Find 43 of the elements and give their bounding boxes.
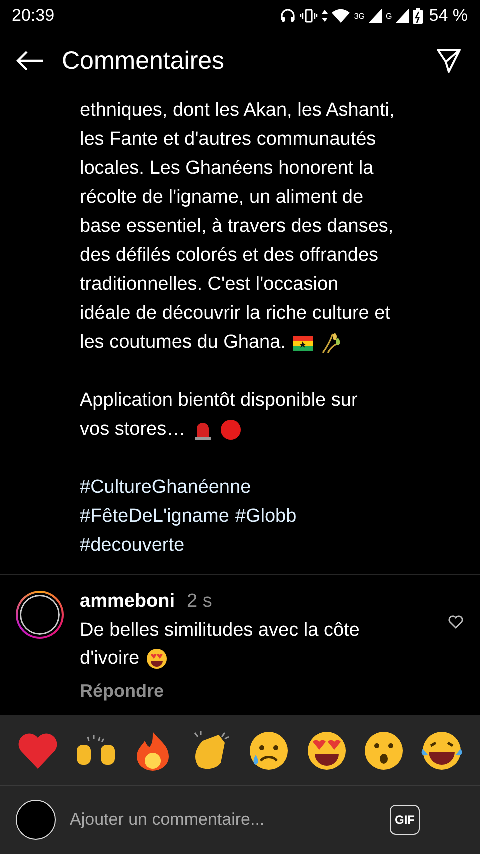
- send-icon[interactable]: [436, 48, 462, 74]
- comment-input-field[interactable]: Ajouter un commentaire...: [68, 809, 378, 831]
- post-caption-text: des défilés colorés et des offrandes: [80, 244, 379, 268]
- data-arrows-icon: [322, 9, 328, 23]
- post-caption-text: base essentiel, à travers des danses,: [80, 215, 394, 239]
- vibrate-icon: [300, 9, 318, 23]
- battery-percent: 54 %: [429, 6, 468, 26]
- network-type-label: 3G: [354, 12, 366, 21]
- comment-text: d'ivoire: [80, 647, 140, 671]
- post-caption-text: idéale de découvrir la riche culture et: [80, 302, 391, 326]
- wheat-icon: [320, 332, 342, 354]
- post-caption-text: les coutumes du Ghana.: [80, 331, 286, 355]
- username[interactable]: ammeboni: [80, 591, 176, 613]
- laughing-face-emoji-icon[interactable]: [420, 729, 464, 773]
- post-caption-text: les Fante et d'autres communautés: [80, 128, 376, 152]
- wifi-icon: [332, 9, 350, 23]
- post-caption-text: locales. Les Ghanéens honorent la: [80, 157, 374, 181]
- signal-icon: [369, 9, 382, 23]
- battery-icon: [413, 8, 424, 24]
- gif-button[interactable]: GIF: [390, 805, 420, 835]
- avatar: [16, 800, 56, 840]
- clock: 20:39: [12, 6, 55, 26]
- comment-time: 2 s: [187, 591, 212, 613]
- hashtag-link[interactable]: #decouverte: [80, 531, 185, 560]
- page-title: Commentaires: [62, 46, 226, 76]
- avatar[interactable]: [16, 591, 64, 639]
- network-type-label: G: [386, 12, 392, 21]
- post-caption-text: vos stores…: [80, 418, 186, 442]
- post-caption-text: ethniques, dont les Akan, les Ashanti,: [80, 99, 395, 123]
- post-caption-text: Application bientôt disponible sur: [80, 389, 358, 413]
- dot-icon: [220, 418, 242, 440]
- hashtag-link[interactable]: #Globb: [235, 502, 297, 531]
- post-caption-text: traditionnelles. C'est l'occasion: [80, 273, 339, 297]
- heart-eyes-emoji-icon: [146, 648, 168, 670]
- headphones-icon: [280, 8, 296, 24]
- like-heart-icon[interactable]: [448, 615, 464, 629]
- comment-text: De belles similitudes avec la côte: [80, 619, 360, 643]
- hashtag-link[interactable]: #FêteDeL'igname: [80, 502, 230, 531]
- back-arrow-icon[interactable]: [16, 50, 44, 72]
- post-caption-text: récolte de l'igname, un aliment de: [80, 186, 364, 210]
- signal-icon: [396, 9, 410, 23]
- reply-button[interactable]: Répondre: [80, 681, 164, 702]
- hashtag-link[interactable]: #CultureGhanéenne: [80, 473, 252, 502]
